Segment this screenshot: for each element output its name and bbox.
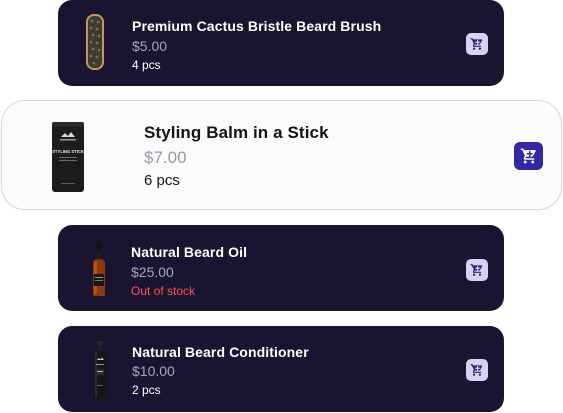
product-price: $5.00 xyxy=(132,38,168,54)
product-price: $25.00 xyxy=(131,264,174,280)
beard-oil-image xyxy=(93,242,105,296)
product-card-beard-conditioner[interactable]: Natural Beard Conditioner $10.00 2 pcs xyxy=(58,326,504,412)
stock-count: 6 pcs xyxy=(144,172,180,189)
stock-count: 2 pcs xyxy=(132,383,161,397)
add-to-cart-button[interactable] xyxy=(466,359,488,381)
product-price: $10.00 xyxy=(132,363,175,379)
beard-conditioner-image xyxy=(94,341,106,399)
product-title: Natural Beard Conditioner xyxy=(132,344,309,360)
product-card-beard-brush[interactable]: Premium Cactus Bristle Beard Brush $5.00… xyxy=(58,0,504,86)
add-to-cart-button[interactable] xyxy=(514,142,543,170)
add-to-cart-button[interactable] xyxy=(466,259,488,281)
product-title: Natural Beard Oil xyxy=(131,244,248,260)
cart-icon xyxy=(520,148,536,164)
add-to-cart-button[interactable] xyxy=(466,33,488,55)
product-title: Styling Balm in a Stick xyxy=(144,123,329,142)
cart-icon xyxy=(470,38,483,50)
stock-status: Out of stock xyxy=(131,284,196,298)
beard-brush-image xyxy=(86,14,104,70)
product-card-styling-balm[interactable]: STYLING STICK Styling Balm in a Stick $7… xyxy=(1,100,562,210)
product-title: Premium Cactus Bristle Beard Brush xyxy=(132,18,382,34)
stock-count: 4 pcs xyxy=(132,58,161,72)
styling-stick-label: STYLING STICK xyxy=(52,149,84,154)
cart-icon xyxy=(470,264,483,276)
product-list: Premium Cactus Bristle Beard Brush $5.00… xyxy=(0,0,563,413)
styling-stick-image: STYLING STICK xyxy=(52,122,84,192)
product-card-beard-oil[interactable]: Natural Beard Oil $25.00 Out of stock xyxy=(58,225,504,311)
cart-icon xyxy=(470,364,483,376)
product-price: $7.00 xyxy=(144,148,187,167)
